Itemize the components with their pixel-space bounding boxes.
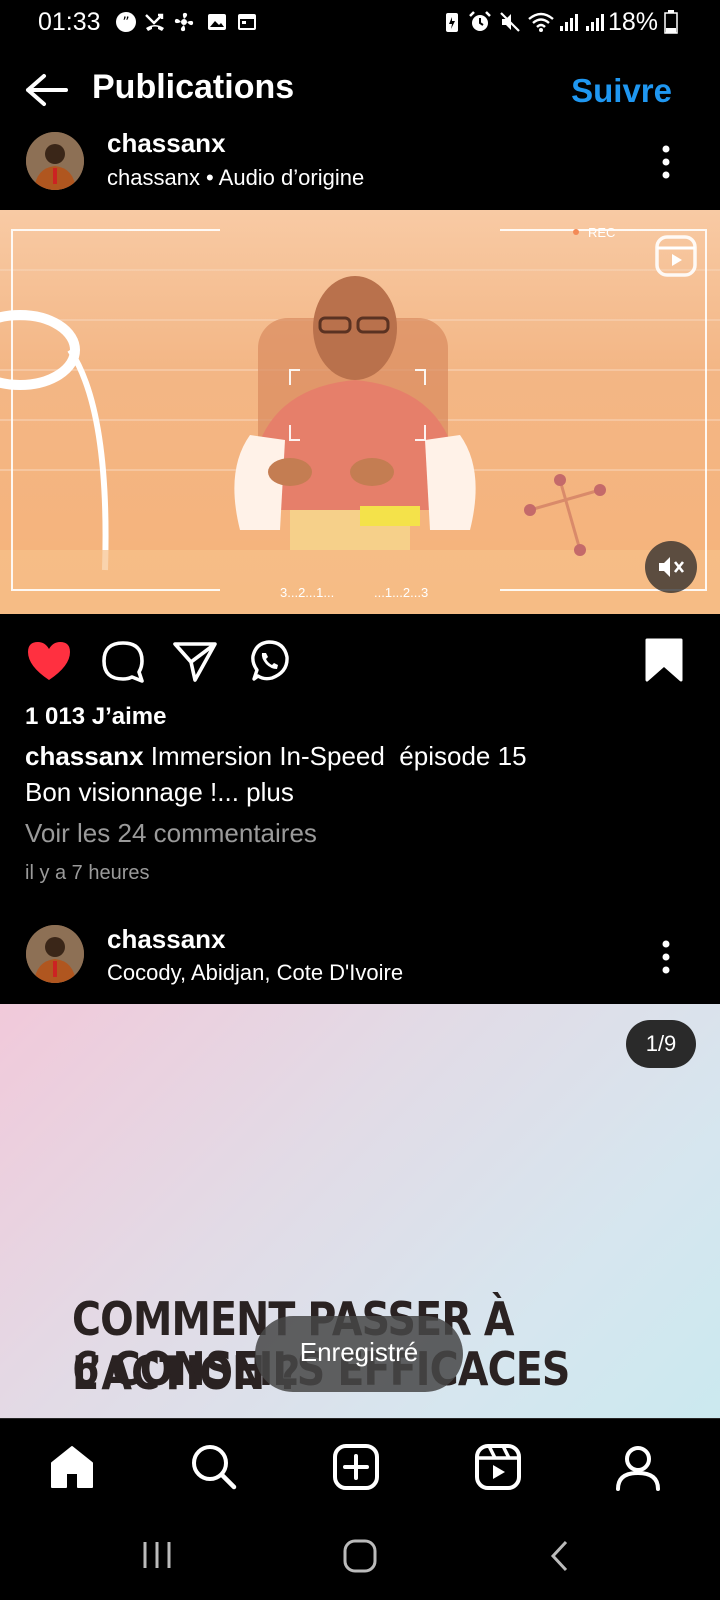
calendar-icon xyxy=(238,14,256,30)
recent-apps-icon[interactable] xyxy=(140,1538,174,1572)
alarm-icon xyxy=(469,11,491,31)
rec-label: REC xyxy=(588,225,615,240)
bottom-navigation xyxy=(0,1418,720,1523)
share-icon[interactable] xyxy=(170,636,220,686)
fan-notification-icon xyxy=(174,12,194,32)
create-post-icon[interactable] xyxy=(330,1441,382,1493)
profile-icon[interactable] xyxy=(612,1441,664,1493)
avatar[interactable] xyxy=(26,132,84,190)
follow-button[interactable]: Suivre xyxy=(571,72,672,110)
wifi-icon xyxy=(528,12,554,32)
reels-icon[interactable] xyxy=(472,1441,524,1493)
mute-toggle-button[interactable] xyxy=(645,541,697,593)
home-button-icon[interactable] xyxy=(342,1538,378,1574)
caption-more[interactable]: Bon visionnage !... plus xyxy=(25,774,685,810)
home-icon[interactable] xyxy=(46,1441,98,1493)
more-options-icon[interactable] xyxy=(661,145,671,179)
avatar[interactable] xyxy=(26,925,84,983)
mute-icon xyxy=(500,12,520,32)
post-username[interactable]: chassanx xyxy=(107,128,226,159)
gallery-icon xyxy=(208,14,226,30)
missed-call-icon xyxy=(145,13,164,31)
signal-icon-2 xyxy=(586,14,604,31)
more-options-icon[interactable] xyxy=(661,940,671,974)
search-icon[interactable] xyxy=(188,1441,240,1493)
saved-toast: Enregistré xyxy=(255,1316,463,1392)
view-comments-link[interactable]: Voir les 24 commentaires xyxy=(25,818,317,849)
speaker-muted-icon xyxy=(659,557,685,577)
page-title: Publications xyxy=(92,68,295,106)
battery-icon xyxy=(664,10,678,34)
post-caption[interactable]: chassanx Immersion In-Speed épisode 15 B… xyxy=(25,738,685,810)
quote-notification-icon: ” xyxy=(116,12,136,32)
reels-badge-icon xyxy=(655,235,697,277)
status-bar: 01:33 ” 18% xyxy=(0,0,720,46)
countdown-left: 3...2...1... xyxy=(280,585,334,600)
back-arrow-icon[interactable] xyxy=(24,72,68,108)
battery-saver-icon xyxy=(446,13,458,32)
svg-text:”: ” xyxy=(122,15,129,31)
post-video[interactable]: REC 3...2...1... ...1...2...3 xyxy=(0,210,720,614)
back-button-icon[interactable] xyxy=(548,1538,572,1574)
caption-username[interactable]: chassanx xyxy=(25,741,144,771)
post-audio[interactable]: chassanx • Audio d’origine xyxy=(107,165,364,191)
battery-level: 18% xyxy=(607,8,658,36)
carousel-counter: 1/9 xyxy=(626,1020,696,1068)
system-navigation-bar xyxy=(0,1522,720,1600)
post-location[interactable]: Cocody, Abidjan, Cote D'Ivoire xyxy=(107,960,403,986)
signal-icon-1 xyxy=(560,14,578,31)
post-timestamp: il y a 7 heures xyxy=(25,862,150,884)
saved-bookmark-icon[interactable] xyxy=(644,636,684,686)
comment-icon[interactable] xyxy=(98,636,148,686)
countdown-right: ...1...2...3 xyxy=(374,585,428,600)
whatsapp-icon[interactable] xyxy=(244,636,294,686)
caption-text: Immersion In-Speed épisode 15 xyxy=(143,741,527,771)
like-heart-icon[interactable] xyxy=(24,636,74,686)
likes-count[interactable]: 1 013 J’aime xyxy=(25,703,166,731)
status-time: 01:33 xyxy=(38,8,101,36)
post-username[interactable]: chassanx xyxy=(107,924,226,955)
